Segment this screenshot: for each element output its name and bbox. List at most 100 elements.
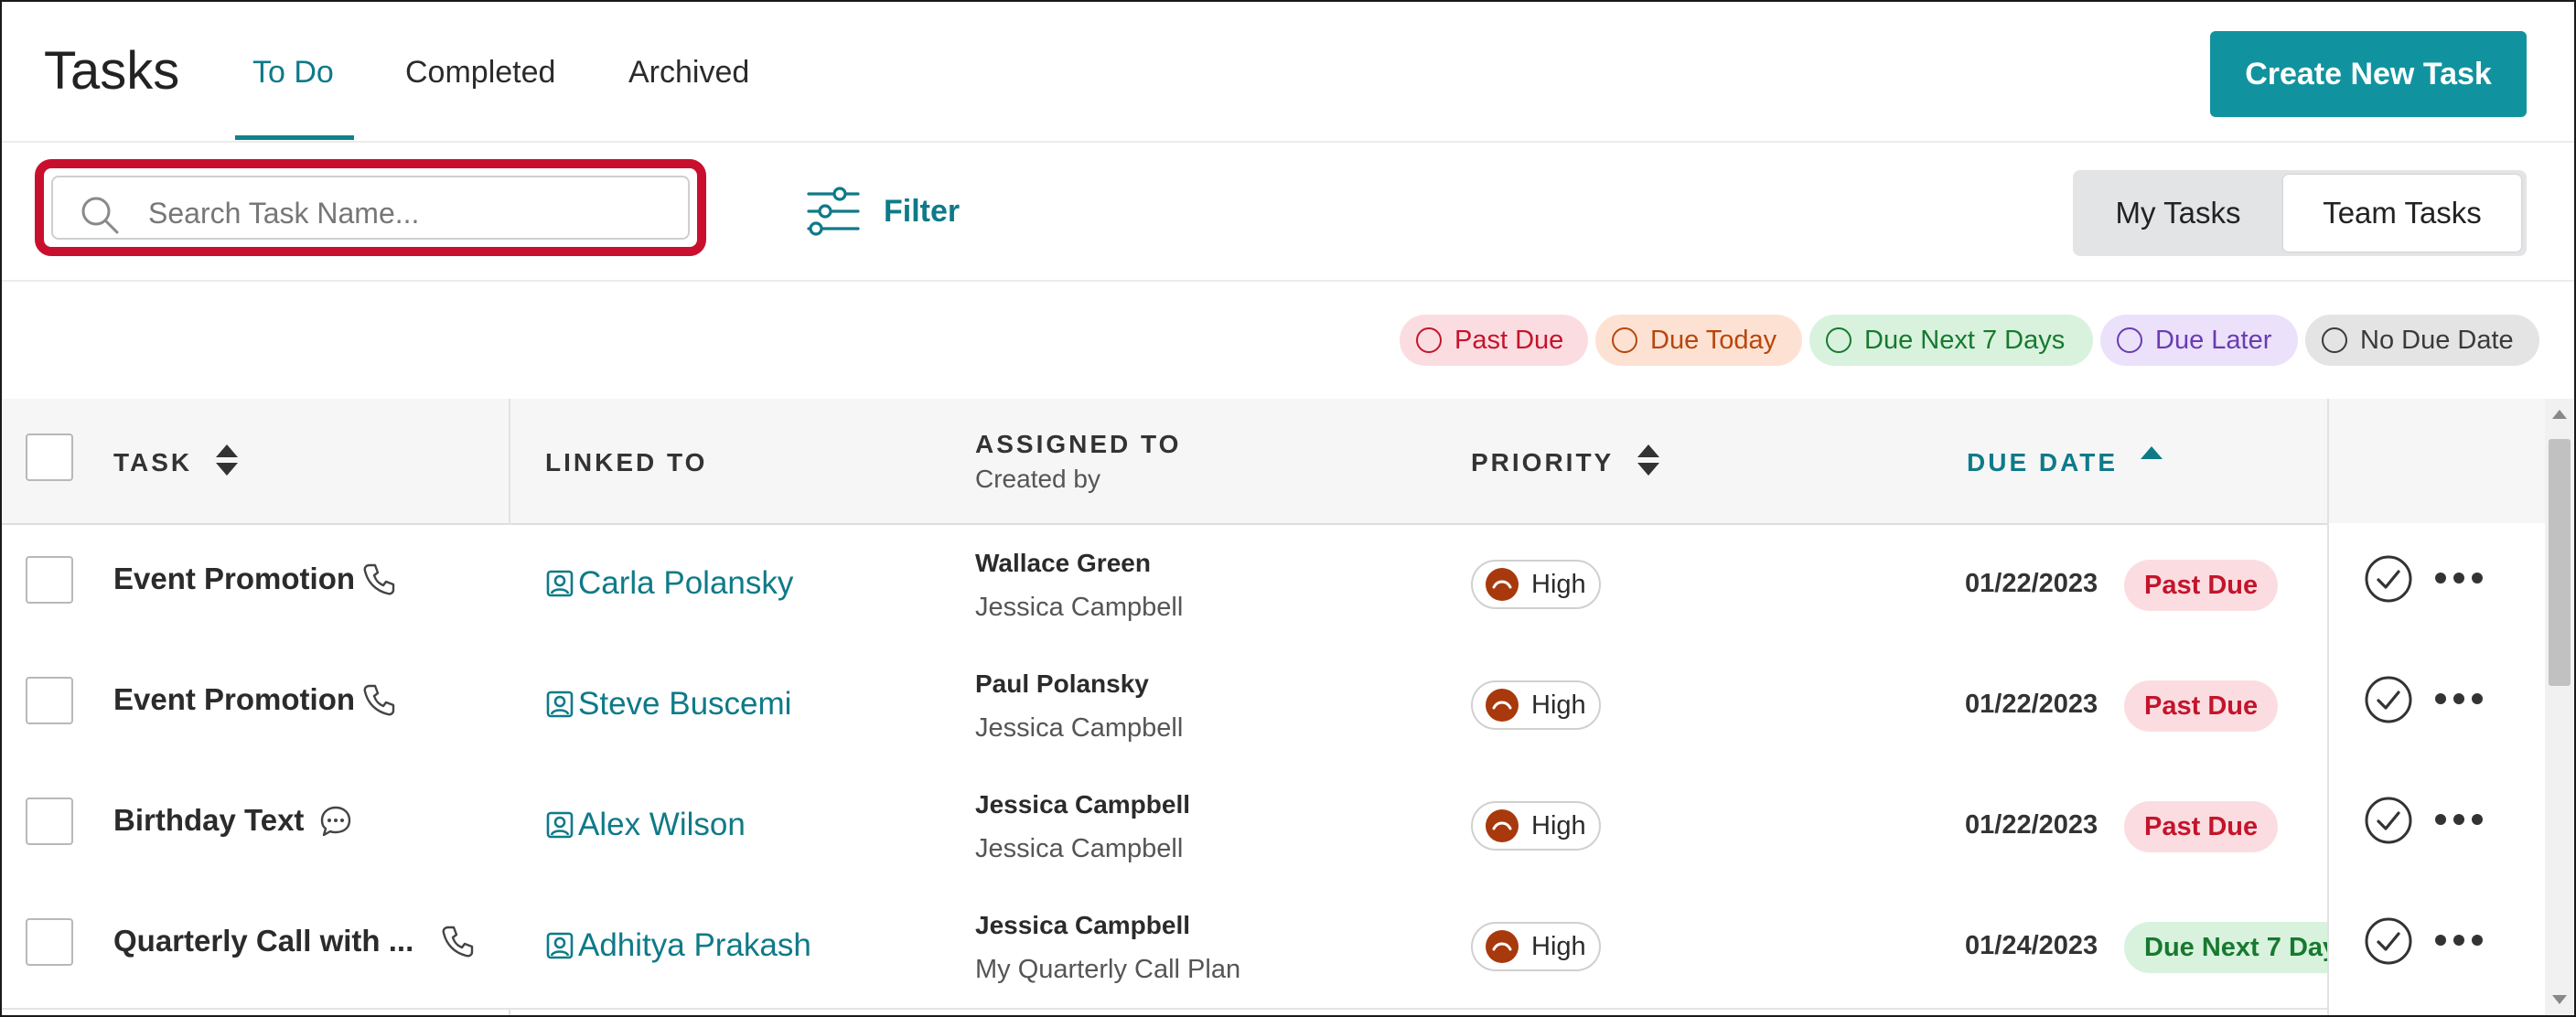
linked-contact-name: Steve Buscemi <box>578 686 792 722</box>
more-options-icon[interactable] <box>2431 688 2486 710</box>
priority-high-icon <box>1486 930 1519 963</box>
row-checkbox[interactable] <box>26 918 73 966</box>
column-assigned-to: ASSIGNED TO <box>975 430 1182 458</box>
vertical-scrollbar[interactable] <box>2545 399 2574 1015</box>
filter-button[interactable]: Filter <box>807 185 960 238</box>
column-due-date[interactable]: DUE DATE <box>1967 448 2118 477</box>
column-task[interactable]: TASK <box>113 448 192 477</box>
linked-contact[interactable]: Adhitya Prakash <box>545 927 811 964</box>
phone-icon <box>363 563 395 595</box>
task-name[interactable]: Event Promotion <box>113 682 355 717</box>
contact-icon <box>546 570 574 597</box>
phone-icon <box>363 684 395 716</box>
task-view-toggle: My Tasks Team Tasks <box>2073 170 2527 256</box>
contact-icon <box>546 811 574 839</box>
column-divider <box>2327 399 2329 1015</box>
priority-high-icon <box>1486 568 1519 601</box>
more-options-icon[interactable] <box>2431 808 2486 830</box>
tab-archived[interactable]: Archived <box>628 55 749 91</box>
created-by: Jessica Campbell <box>975 834 1184 863</box>
created-by: Jessica Campbell <box>975 713 1184 743</box>
tasks-window: Tasks To Do Completed Archived Create Ne… <box>0 0 2576 1017</box>
table-row[interactable]: Event Promotion Steve Buscemi Paul Polan… <box>2 646 2545 768</box>
task-name[interactable]: Quarterly Call with ... <box>113 924 413 958</box>
toolbar: Filter My Tasks Team Tasks <box>2 143 2574 282</box>
legend-label: Due Later <box>2155 325 2272 355</box>
circle-icon <box>1826 327 1852 353</box>
complete-task-icon[interactable] <box>2364 675 2413 724</box>
create-new-task-button[interactable]: Create New Task <box>2210 31 2527 117</box>
status-badge: Past Due <box>2124 560 2279 611</box>
scroll-up-arrow-icon[interactable] <box>2552 410 2567 419</box>
search-input[interactable] <box>146 188 662 238</box>
linked-contact[interactable]: Carla Polansky <box>545 565 793 602</box>
assigned-to: Wallace Green <box>975 549 1151 577</box>
phone-icon <box>442 926 474 958</box>
circle-icon <box>1612 327 1637 353</box>
circle-icon <box>1416 327 1442 353</box>
legend-due-later: Due Later <box>2100 315 2298 366</box>
scroll-down-arrow-icon[interactable] <box>2552 995 2567 1004</box>
legend-label: No Due Date <box>2360 325 2514 355</box>
status-badge: Past Due <box>2124 680 2279 732</box>
select-all-checkbox[interactable] <box>26 434 73 481</box>
priority-label: High <box>1531 931 1586 961</box>
legend-due-today: Due Today <box>1595 315 1802 366</box>
row-checkbox[interactable] <box>26 798 73 845</box>
due-date: 01/22/2023 <box>1965 690 2098 719</box>
complete-task-icon[interactable] <box>2364 796 2413 845</box>
due-date: 01/24/2023 <box>1965 931 2098 960</box>
more-options-icon[interactable] <box>2431 929 2486 951</box>
due-date: 01/22/2023 <box>1965 569 2098 598</box>
tab-to-do[interactable]: To Do <box>252 55 334 91</box>
linked-contact-name: Alex Wilson <box>578 807 746 842</box>
contact-icon <box>546 932 574 959</box>
page-title: Tasks <box>44 41 180 101</box>
sort-ascending-icon[interactable] <box>2139 443 2164 477</box>
more-options-icon[interactable] <box>2431 567 2486 589</box>
linked-contact-name: Adhitya Prakash <box>578 927 811 963</box>
linked-contact[interactable]: Steve Buscemi <box>545 686 791 723</box>
task-name[interactable]: Birthday Text <box>113 803 304 838</box>
sliders-icon <box>807 187 860 236</box>
chat-bubble-icon <box>320 806 351 837</box>
assigned-to: Jessica Campbell <box>975 790 1191 819</box>
priority-badge: High <box>1471 680 1601 730</box>
priority-badge: High <box>1471 560 1601 609</box>
table-row[interactable]: Quarterly Call with ... Adhitya Prakash … <box>2 887 2545 1010</box>
sort-icon[interactable] <box>214 443 240 477</box>
row-checkbox[interactable] <box>26 677 73 724</box>
priority-label: High <box>1531 690 1586 720</box>
search-icon <box>81 197 119 234</box>
assigned-to: Jessica Campbell <box>975 911 1191 939</box>
search-field[interactable] <box>51 176 690 240</box>
tab-completed[interactable]: Completed <box>405 55 555 91</box>
priority-high-icon <box>1486 809 1519 842</box>
table-row[interactable]: Birthday Text Alex Wilson Jessica Campbe… <box>2 766 2545 889</box>
created-by: My Quarterly Call Plan <box>975 955 1241 984</box>
complete-task-icon[interactable] <box>2364 554 2413 604</box>
contact-icon <box>546 690 574 718</box>
scrollbar-thumb[interactable] <box>2549 439 2571 686</box>
sort-icon[interactable] <box>1636 443 1661 477</box>
priority-label: High <box>1531 569 1586 599</box>
my-tasks-button[interactable]: My Tasks <box>2073 170 2283 256</box>
column-linked-to: LINKED TO <box>545 448 708 476</box>
column-priority[interactable]: PRIORITY <box>1471 448 1614 477</box>
search-highlight <box>35 159 706 256</box>
task-name[interactable]: Event Promotion <box>113 562 355 596</box>
column-created-by: Created by <box>975 465 1100 493</box>
row-checkbox[interactable] <box>26 556 73 604</box>
priority-badge: High <box>1471 801 1601 851</box>
header: Tasks To Do Completed Archived Create Ne… <box>2 2 2574 143</box>
legend-due-next-7-days: Due Next 7 Days <box>1809 315 2093 366</box>
active-tab-indicator <box>235 135 354 140</box>
legend-label: Past Due <box>1454 325 1564 355</box>
assigned-to: Paul Polansky <box>975 669 1149 698</box>
priority-badge: High <box>1471 922 1601 971</box>
team-tasks-button[interactable]: Team Tasks <box>2283 175 2521 252</box>
legend-no-due-date: No Due Date <box>2305 315 2539 366</box>
table-row[interactable]: Event Promotion Carla Polansky Wallace G… <box>2 525 2545 648</box>
complete-task-icon[interactable] <box>2364 916 2413 966</box>
linked-contact[interactable]: Alex Wilson <box>545 807 746 843</box>
